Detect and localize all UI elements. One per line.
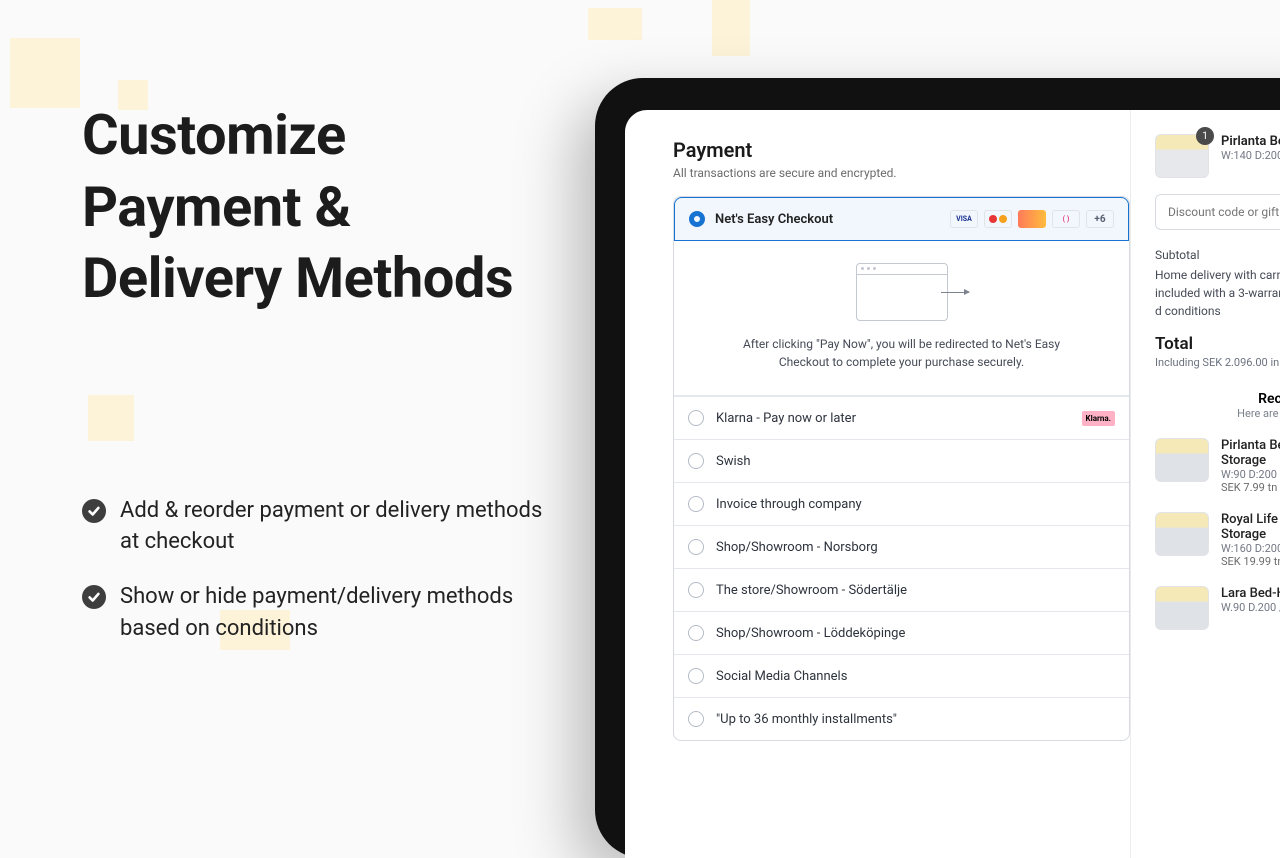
product-price: SEK 19.99 tn [1221,555,1280,568]
radio-icon [688,410,704,426]
card-icon [1018,210,1046,228]
section-subtitle: All transactions are secure and encrypte… [673,166,1130,180]
product-dimensions: W:90 D:200 H: [1221,468,1280,481]
payment-method-label: Shop/Showroom - Löddeköpinge [716,626,1115,641]
payment-method-label: Swish [716,454,1115,469]
product-variant: Storage [1221,527,1280,542]
radio-icon [688,582,704,598]
radio-selected-icon [689,211,705,227]
radio-icon [688,453,704,469]
redirect-notice: After clicking "Pay Now", you will be re… [674,241,1129,396]
shipping-note: Home delivery with carry-in assembly inc… [1155,266,1280,320]
product-thumbnail [1155,586,1209,630]
visa-icon: VISA [950,210,978,228]
radio-icon [688,711,704,727]
recs-subtitle: Here are som [1155,407,1280,420]
product-variant: Storage [1221,453,1280,468]
payment-method-option[interactable]: The store/Showroom - Södertälje [674,568,1129,611]
payment-method-label: Social Media Channels [716,669,1115,684]
mastercard-icon [984,210,1012,228]
product-dimensions: W:140 D:200 H:37 [1221,149,1280,162]
headline: Customize Payment & Delivery Methods [82,100,552,315]
payment-method-selected[interactable]: Net's Easy Checkout VISA ( ) +6 [674,197,1129,241]
tax-note: Including SEK 2.096.00 in ta [1155,356,1280,369]
marketing-panel: Customize Payment & Delivery Methods Add… [82,100,552,668]
product-thumbnail: 1 [1155,134,1209,178]
headline-line: Customize [82,102,346,168]
product-name: Pirlanta Bed-He [1221,134,1280,149]
product-dimensions: W.90 D.200 / [1221,601,1280,614]
payment-method-option[interactable]: Swish [674,439,1129,482]
order-summary: 1 Pirlanta Bed-He W:140 D:200 H:37 Subto… [1130,110,1280,858]
check-icon [82,499,106,523]
payment-method-option[interactable]: Shop/Showroom - Löddeköpinge [674,611,1129,654]
payment-method-label: Net's Easy Checkout [715,212,940,227]
product-name: Pirlanta Bed [1221,438,1280,453]
bullet-text: Add & reorder payment or delivery method… [120,495,552,557]
feature-bullet: Show or hide payment/delivery methods ba… [82,581,552,643]
section-title: Payment [673,138,1130,162]
discount-input[interactable] [1155,194,1280,230]
bullet-text: Show or hide payment/delivery methods ba… [120,581,552,643]
quantity-badge: 1 [1196,127,1214,145]
total-label: Total [1155,334,1280,354]
recommended-product[interactable]: Pirlanta Bed Storage W:90 D:200 H: SEK 7… [1155,438,1280,494]
browser-redirect-icon [856,263,948,321]
checkout-main: Payment All transactions are secure and … [625,110,1130,858]
recommended-product[interactable]: Lara Bed-He W.90 D.200 / [1155,586,1280,630]
check-icon [82,585,106,609]
payment-method-option[interactable]: Social Media Channels [674,654,1129,697]
accepted-cards: VISA ( ) +6 [950,210,1114,228]
recommended-product[interactable]: Royal Life Be Storage W:160 D:200 / SEK … [1155,512,1280,568]
payment-method-option[interactable]: Shop/Showroom - Norsborg [674,525,1129,568]
radio-icon [688,539,704,555]
klarna-icon: Klarna. [1082,411,1116,426]
cart-item: 1 Pirlanta Bed-He W:140 D:200 H:37 [1155,134,1280,178]
product-name: Royal Life Be [1221,512,1280,527]
payment-method-label: "Up to 36 monthly installments" [716,712,1115,727]
product-dimensions: W:160 D:200 / [1221,542,1280,555]
product-name: Lara Bed-He [1221,586,1280,601]
redirect-text: After clicking "Pay Now", you will be re… [742,335,1062,371]
feature-bullet: Add & reorder payment or delivery method… [82,495,552,557]
tablet-screen: Payment All transactions are secure and … [625,110,1280,858]
product-thumbnail [1155,512,1209,556]
product-thumbnail [1155,438,1209,482]
payment-method-label: Invoice through company [716,497,1115,512]
payment-method-option[interactable]: Invoice through company [674,482,1129,525]
headline-line: Delivery Methods [82,245,513,311]
subtotal-label: Subtotal [1155,248,1280,262]
payment-method-label: The store/Showroom - Södertälje [716,583,1115,598]
headline-line: Payment & [82,174,351,240]
payment-method-label: Shop/Showroom - Norsborg [716,540,1115,555]
payment-method-option[interactable]: Klarna - Pay now or later Klarna. [674,396,1129,439]
payment-method-label: Klarna - Pay now or later [716,411,1070,426]
payment-methods-list: Net's Easy Checkout VISA ( ) +6 After cl [673,196,1130,741]
radio-icon [688,496,704,512]
product-price: SEK 7.99 tn [1221,481,1280,494]
card-icon: ( ) [1052,210,1080,228]
more-cards-count: +6 [1086,210,1114,228]
tablet-bezel: Payment All transactions are secure and … [595,78,1280,858]
recommendations-header: Rec Here are som [1155,391,1280,420]
payment-method-option[interactable]: "Up to 36 monthly installments" [674,697,1129,740]
radio-icon [688,668,704,684]
radio-icon [688,625,704,641]
recs-title: Rec [1155,391,1280,407]
